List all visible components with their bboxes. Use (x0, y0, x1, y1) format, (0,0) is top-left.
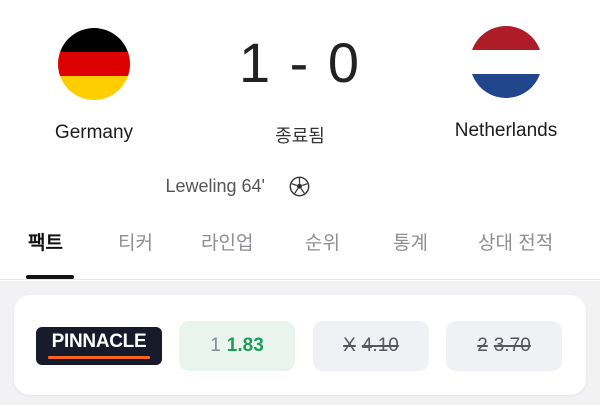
away-team-name: Netherlands (454, 120, 558, 141)
pinnacle-logo[interactable]: PINNACLE (36, 327, 162, 365)
goal-event: Leweling 64' (0, 172, 600, 200)
bookmaker-name: PINNACLE (51, 331, 147, 352)
match-status: 종료됨 (275, 126, 325, 146)
odds-draw-value: 4.10 (361, 335, 399, 356)
logo-underline (48, 356, 150, 359)
active-tab-indicator (26, 275, 74, 279)
away-team[interactable]: Netherlands (416, 26, 596, 142)
netherlands-flag-icon (470, 26, 542, 98)
odds-card: PINNACLE 1 1.83 X 4.10 2 3.70 (14, 295, 586, 395)
odds-section: PINNACLE 1 1.83 X 4.10 2 3.70 (0, 281, 600, 405)
odds-draw-button[interactable]: X 4.10 (313, 321, 429, 371)
odds-home-label: 1 (210, 335, 221, 356)
match-score: 1 - 0 (238, 31, 362, 94)
match-center: 1 - 0 종료됨 (190, 28, 410, 148)
odds-home-value: 1.83 (226, 335, 264, 356)
tab-standings[interactable]: 순위 (305, 228, 340, 255)
match-tabs: 팩트 티커 라인업 순위 통계 상대 전적 (0, 220, 600, 280)
home-team-name: Germany (54, 122, 134, 143)
soccer-ball-icon (289, 176, 310, 197)
odds-draw-label: X (343, 335, 356, 356)
odds-away-value: 3.70 (493, 335, 531, 356)
goal-scorer: Leweling 64' (165, 176, 265, 196)
tab-head-to-head[interactable]: 상대 전적 (478, 228, 553, 255)
tab-facts[interactable]: 팩트 (28, 228, 63, 255)
germany-flag-icon (58, 28, 130, 100)
home-team[interactable]: Germany (4, 28, 184, 144)
odds-away-button[interactable]: 2 3.70 (446, 321, 562, 371)
tab-ticker[interactable]: 티커 (118, 228, 153, 255)
tab-stats[interactable]: 통계 (393, 228, 428, 255)
odds-home-button[interactable]: 1 1.83 (179, 321, 295, 371)
tab-lineup[interactable]: 라인업 (201, 228, 253, 255)
odds-away-label: 2 (477, 335, 488, 356)
